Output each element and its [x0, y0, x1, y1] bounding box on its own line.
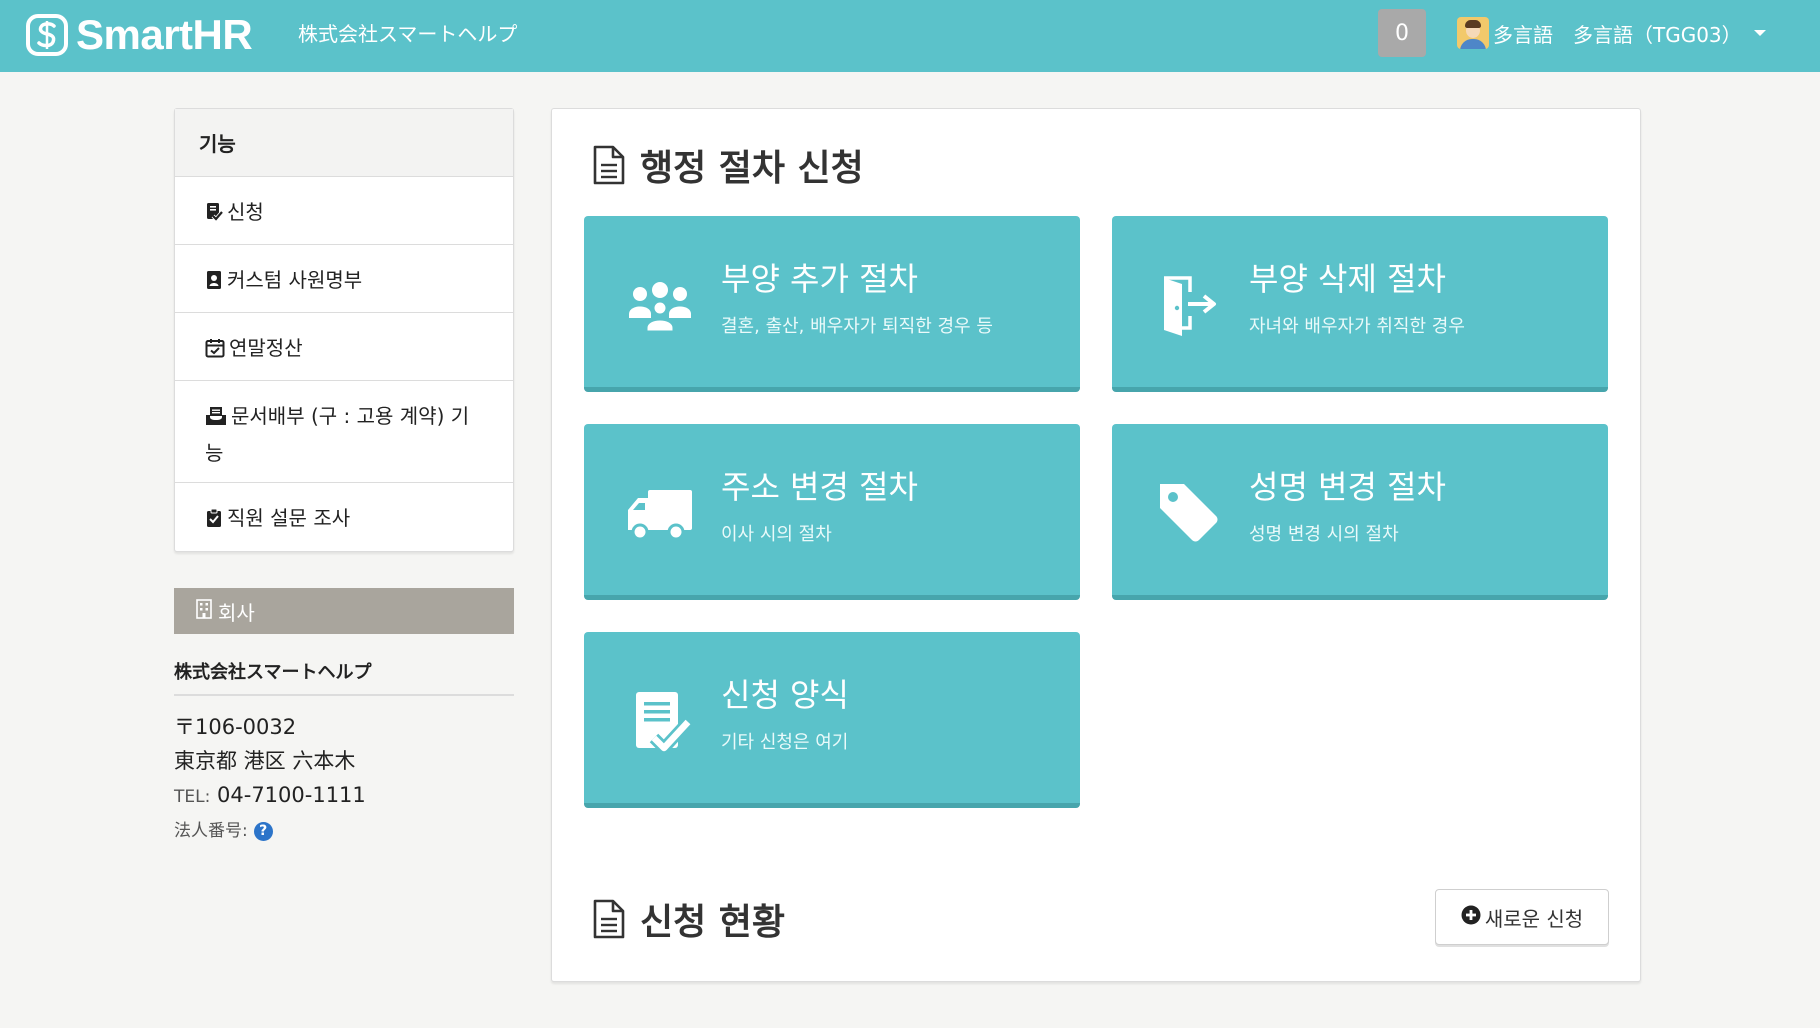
document-icon [593, 145, 625, 185]
sidebar-item-employee-survey[interactable]: 직원 설문 조사 [175, 483, 513, 551]
new-application-label: 새로운 신청 [1484, 906, 1584, 931]
corp-number-label: 法人番号: [174, 821, 248, 841]
logo-text: SmartHR [76, 11, 253, 58]
card-name-change[interactable]: 성명 변경 절차 성명 변경 시의 절차 [1112, 424, 1608, 600]
smarthr-logo[interactable]: SmartHR [26, 10, 253, 60]
sidebar-item-year-end[interactable]: 연말정산 [175, 313, 513, 381]
header-company-name[interactable]: 株式会社スマートヘルプ [298, 20, 517, 48]
user-name: 多言語 多言語（TGG03） [1493, 22, 1742, 47]
sidebar-item-label: 커스텀 사원명부 [227, 268, 363, 292]
form-check-icon [205, 198, 224, 232]
plus-circle-icon [1461, 905, 1481, 930]
card-description: 이사 시의 절차 [721, 524, 832, 545]
sidebar-item-label: 연말정산 [229, 336, 303, 360]
truck-icon [628, 490, 692, 541]
card-description: 자녀와 배우자가 취직한 경우 [1249, 316, 1465, 337]
card-address-change[interactable]: 주소 변경 절차 이사 시의 절차 [584, 424, 1080, 600]
section-title-text: 행정 절차 신청 [640, 148, 864, 189]
clipboard-check-icon [205, 504, 223, 538]
postal-code: 〒106-0032 [174, 715, 297, 739]
corp-number-line: 法人番号: ? [174, 814, 514, 848]
users-icon [629, 282, 691, 334]
card-title: 성명 변경 절차 [1249, 468, 1446, 506]
company-heading-label: 회사 [218, 600, 255, 625]
section-title: 행정 절차 신청 [592, 139, 864, 191]
logo-mark-icon [26, 14, 68, 56]
address: 東京都 港区 六本木 [174, 749, 356, 773]
card-application-form[interactable]: 신청 양식 기타 신청은 여기 [584, 632, 1080, 808]
id-badge-icon [205, 266, 223, 300]
card-description: 기타 신청은 여기 [721, 732, 849, 753]
help-icon[interactable]: ? [253, 821, 273, 841]
tel-line: TEL: 04-7100-1111 [174, 778, 514, 814]
company-info: 회사 株式会社スマートヘルプ 〒106-0032 東京都 港区 六本木 TEL:… [174, 588, 514, 848]
door-exit-icon [1164, 276, 1216, 336]
tel-label: TEL: [174, 787, 211, 807]
card-title: 부양 삭제 절차 [1249, 260, 1446, 298]
card-title: 주소 변경 절차 [721, 468, 918, 506]
card-description: 성명 변경 시의 절차 [1249, 524, 1399, 545]
card-dependent-remove[interactable]: 부양 삭제 절차 자녀와 배우자가 취직한 경우 [1112, 216, 1608, 392]
card-description: 결혼, 출산, 배우자가 퇴직한 경우 등 [721, 316, 993, 337]
building-icon [196, 598, 212, 624]
calendar-check-icon [205, 334, 225, 368]
card-title: 신청 양식 [721, 676, 849, 714]
notification-badge[interactable]: 0 [1378, 9, 1426, 57]
status-title-text: 신청 현황 [640, 902, 786, 943]
tel-number: 04-7100-1111 [217, 783, 366, 807]
sidebar-item-label: 문서배부 (구 : 고용 계약) 기능 [205, 404, 470, 465]
sidebar-item-application[interactable]: 신청 [175, 177, 513, 245]
feature-nav: 기능 신청 커스텀 사원명부 연말정산 문서배부 (구 : 고용 계약) 기능 … [174, 108, 514, 552]
caret-down-icon [1753, 30, 1766, 36]
main-panel: 행정 절차 신청 부양 추가 절차 결혼, 출산, 배우자가 퇴직한 경우 등 … [551, 108, 1641, 982]
form-check-icon [636, 692, 693, 754]
inbox-icon [205, 402, 227, 436]
avatar [1457, 17, 1489, 49]
tag-icon [1160, 484, 1218, 542]
sidebar-item-label: 직원 설문 조사 [227, 506, 351, 530]
card-dependent-add[interactable]: 부양 추가 절차 결혼, 출산, 배우자가 퇴직한 경우 등 [584, 216, 1080, 392]
document-icon [593, 899, 625, 939]
sidebar-item-label: 신청 [227, 200, 264, 224]
sidebar-item-document-distribution[interactable]: 문서배부 (구 : 고용 계약) 기능 [175, 381, 513, 483]
new-application-button[interactable]: 새로운 신청 [1435, 889, 1609, 945]
user-menu[interactable]: 多言語 多言語（TGG03） [1457, 17, 1766, 49]
status-title: 신청 현황 [592, 893, 785, 945]
company-name: 株式会社スマートヘルプ [174, 658, 514, 696]
company-address-block: 〒106-0032 東京都 港区 六本木 TEL: 04-7100-1111 [174, 710, 514, 814]
feature-nav-heading: 기능 [175, 109, 513, 177]
card-title: 부양 추가 절차 [721, 260, 918, 298]
company-heading: 회사 [174, 588, 514, 634]
top-bar: SmartHR 株式会社スマートヘルプ 0 多言語 多言語（TGG03） [0, 0, 1820, 72]
sidebar-item-custom-roster[interactable]: 커스텀 사원명부 [175, 245, 513, 313]
